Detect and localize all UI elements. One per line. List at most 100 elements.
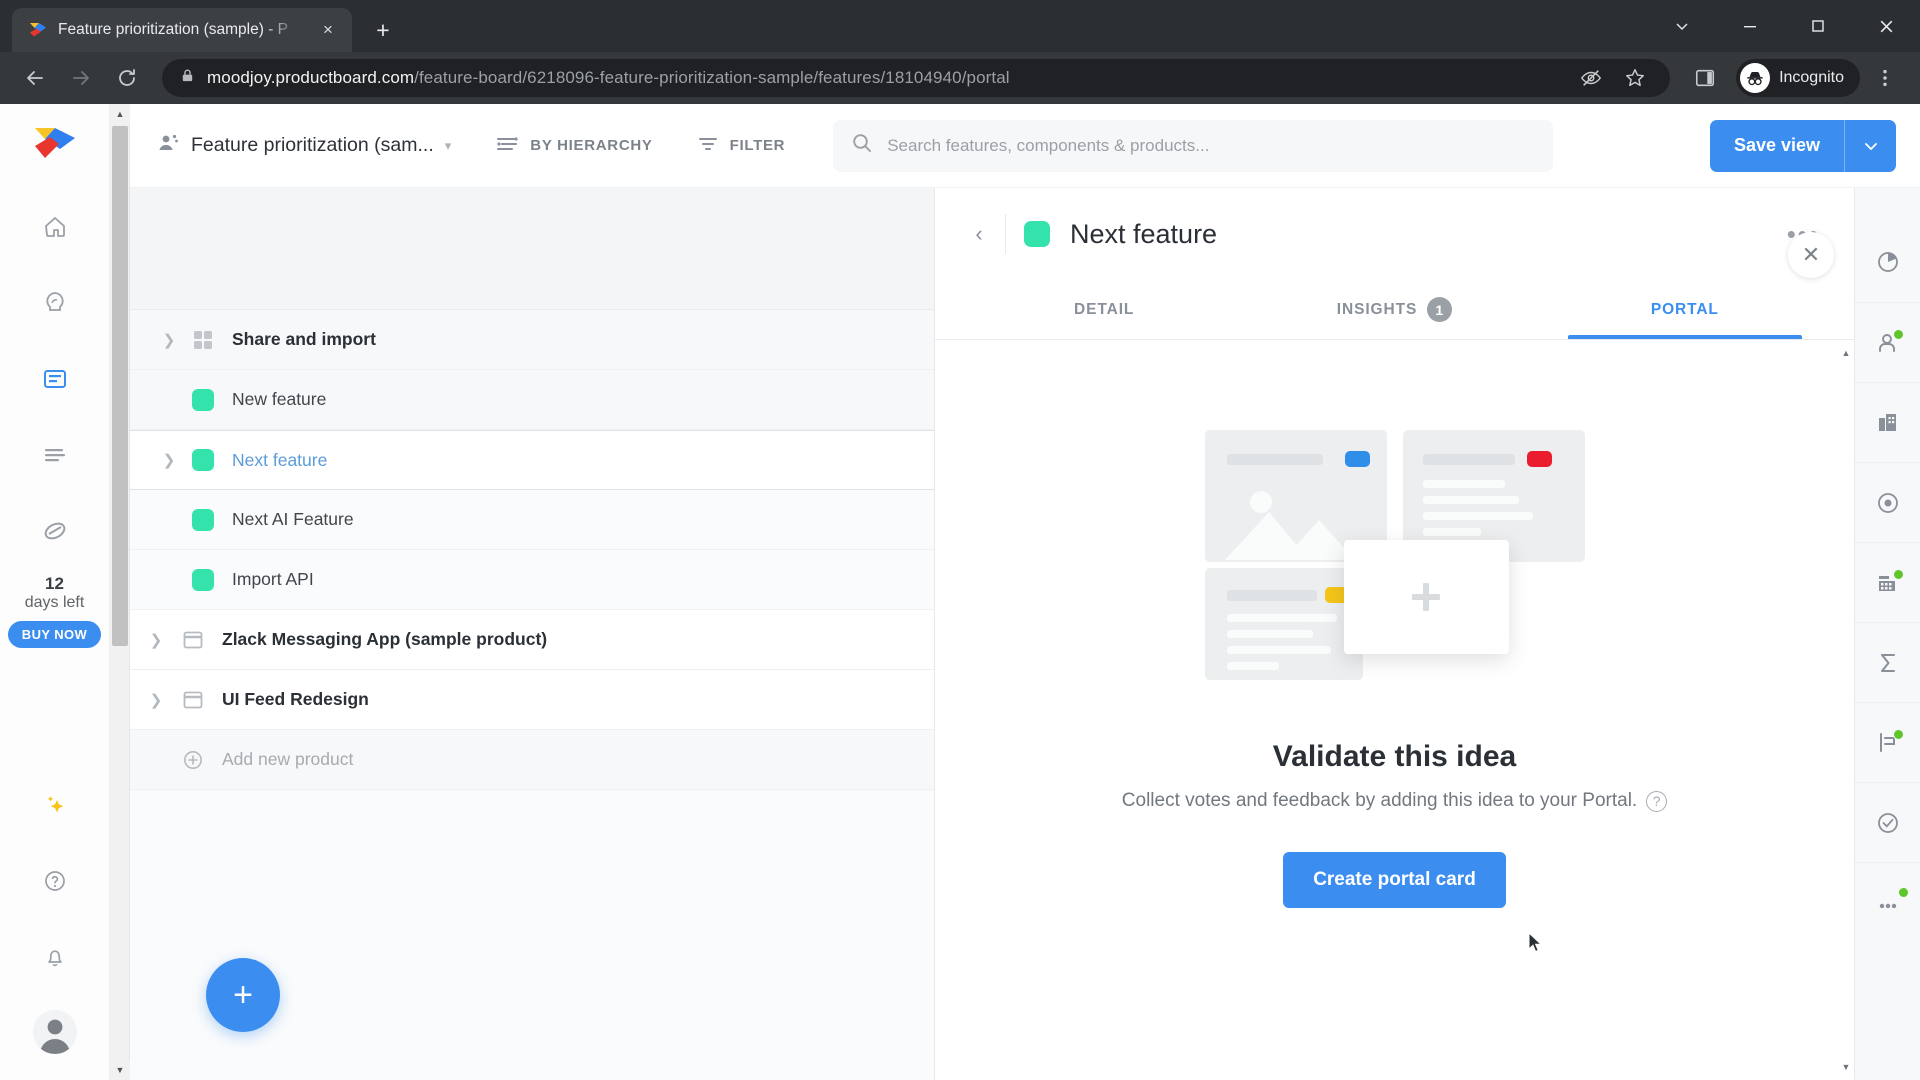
feature-color-swatch [192, 388, 232, 411]
ai-sparkle-icon[interactable] [32, 782, 78, 828]
productboard-app: 12 days left BUY NOW ▲ ▼ Feature priorit… [0, 104, 1920, 1080]
panel-vertical-scrollbar[interactable]: ▲ ▼ [1838, 348, 1854, 1072]
check-circle-icon[interactable] [1854, 782, 1920, 862]
chrome-menu-icon[interactable] [1864, 57, 1906, 99]
illustration-new-card [1343, 540, 1509, 654]
panel-close-icon[interactable]: ✕ [1788, 232, 1834, 278]
help-icon[interactable] [32, 858, 78, 904]
insights-count-badge: 1 [1427, 297, 1453, 322]
scroll-down-arrow-icon[interactable]: ▼ [110, 1060, 130, 1080]
no-tracking-icon[interactable] [1570, 59, 1612, 97]
empty-state-title: Validate this idea [1272, 740, 1517, 773]
search-icon [851, 132, 873, 159]
plus-icon: + [233, 976, 253, 1014]
window-minimize-button[interactable] [1716, 0, 1784, 52]
add-new-product-row[interactable]: Add new product [130, 730, 934, 790]
tab-close-icon[interactable]: × [314, 16, 342, 44]
feature-color-swatch [192, 568, 232, 591]
notifications-bell-icon[interactable] [32, 934, 78, 980]
row-label: Zlack Messaging App (sample product) [222, 629, 548, 649]
chart-growth-icon[interactable] [1854, 702, 1920, 782]
left-navigation-rail: 12 days left BUY NOW [0, 104, 110, 1080]
table-row[interactable]: ❯ Next feature [130, 430, 934, 490]
panel-scroll-down-icon[interactable]: ▼ [1842, 1062, 1851, 1072]
row-expand-caret-icon[interactable]: ❯ [130, 691, 182, 709]
search-input[interactable]: Search features, components & products..… [833, 119, 1554, 172]
reload-icon[interactable] [106, 57, 148, 99]
view-selector[interactable]: Feature prioritization (sam... ▾ [156, 131, 451, 160]
hierarchy-icon [495, 133, 519, 159]
right-navigation-rail [1854, 188, 1920, 1080]
sidebar-item-objectives[interactable] [32, 508, 78, 554]
table-row[interactable]: Next AI Feature [130, 490, 934, 550]
component-icon [192, 329, 232, 351]
side-panel-icon[interactable] [1684, 57, 1726, 99]
illustration-bar [1422, 454, 1515, 465]
table-row[interactable]: New feature [130, 370, 934, 430]
filter-icon [697, 133, 719, 159]
bookmark-star-icon[interactable] [1614, 59, 1656, 97]
user-insight-icon[interactable] [1854, 302, 1920, 382]
company-icon[interactable] [1854, 382, 1920, 462]
back-icon[interactable] [14, 57, 56, 99]
address-bar[interactable]: moodjoy.productboard.com/feature-board/6… [162, 59, 1671, 97]
window-minimize-group-button[interactable] [1648, 0, 1716, 52]
illustration-badge-blue [1344, 451, 1370, 467]
productboard-logo[interactable] [34, 126, 76, 160]
board-toolbar: Feature prioritization (sam... ▾ BY HIER… [130, 104, 1920, 188]
sidebar-item-features[interactable] [32, 356, 78, 402]
tab-portal[interactable]: PORTAL [1540, 280, 1830, 339]
sidebar-item-home[interactable] [32, 204, 78, 250]
window-maximize-button[interactable] [1784, 0, 1852, 52]
by-hierarchy-button[interactable]: BY HIERARCHY [495, 133, 652, 159]
tab-insights[interactable]: INSIGHTS 1 [1249, 280, 1539, 339]
table-row[interactable]: ❯ UI Feed Redesign [130, 670, 934, 730]
sigma-icon[interactable] [1854, 622, 1920, 702]
lock-icon [180, 68, 195, 88]
buy-now-button[interactable]: BUY NOW [7, 620, 102, 648]
sidebar-item-roadmap[interactable] [32, 432, 78, 478]
objective-icon[interactable] [1854, 462, 1920, 542]
notification-dot [1892, 569, 1904, 580]
row-expand-caret-icon[interactable]: ❯ [146, 451, 192, 469]
view-caret-icon[interactable]: ▾ [445, 138, 452, 154]
window-controls [1648, 0, 1920, 52]
sidebar-item-insights[interactable] [32, 280, 78, 326]
add-feature-fab[interactable]: + [206, 958, 280, 1032]
scrollbar-thumb[interactable] [112, 126, 128, 646]
save-view-caret-icon[interactable] [1844, 119, 1896, 172]
trial-status: 12 days left [25, 574, 85, 612]
pie-chart-icon[interactable] [1855, 222, 1920, 302]
table-row[interactable]: ❯ Zlack Messaging App (sample product) [130, 610, 934, 670]
table-row[interactable]: ❯ Share and import [130, 310, 934, 370]
row-label: New feature [232, 389, 327, 409]
scroll-up-arrow-icon[interactable]: ▲ [110, 104, 130, 124]
browser-tab[interactable]: Feature prioritization (sample) - P × [12, 8, 352, 52]
board-header-blank [130, 188, 934, 310]
user-avatar[interactable] [32, 1010, 77, 1054]
row-label: Next feature [232, 449, 328, 470]
omnibox-actions [1570, 59, 1656, 97]
tab-detail-label: DETAIL [1074, 300, 1135, 318]
row-expand-caret-icon[interactable]: ❯ [130, 631, 182, 649]
profile-incognito-pill[interactable]: Incognito [1736, 59, 1860, 97]
tab-detail[interactable]: DETAIL [959, 280, 1249, 339]
more-dots-icon[interactable] [1854, 862, 1920, 942]
filter-button[interactable]: FILTER [697, 133, 786, 159]
panel-back-icon[interactable]: ‹ [957, 212, 1001, 256]
create-portal-card-button[interactable]: Create portal card [1283, 852, 1506, 908]
table-row[interactable]: Import API [130, 550, 934, 610]
row-expand-caret-icon[interactable]: ❯ [146, 331, 192, 349]
save-view-label: Save view [1733, 135, 1820, 155]
window-close-button[interactable] [1852, 0, 1920, 52]
new-tab-button[interactable]: + [366, 13, 400, 47]
filter-label: FILTER [729, 137, 786, 154]
panel-scroll-up-icon[interactable]: ▲ [1842, 348, 1851, 358]
panel-body: Validate this idea Collect votes and fee… [935, 340, 1854, 1080]
save-view-button[interactable]: Save view [1709, 119, 1896, 172]
grid-data-icon[interactable] [1854, 542, 1920, 622]
productboard-favicon [28, 20, 48, 40]
tab-insights-label: INSIGHTS [1336, 300, 1418, 318]
help-circle-icon[interactable]: ? [1646, 790, 1668, 812]
board-vertical-scrollbar[interactable]: ▲ ▼ [110, 104, 130, 1080]
